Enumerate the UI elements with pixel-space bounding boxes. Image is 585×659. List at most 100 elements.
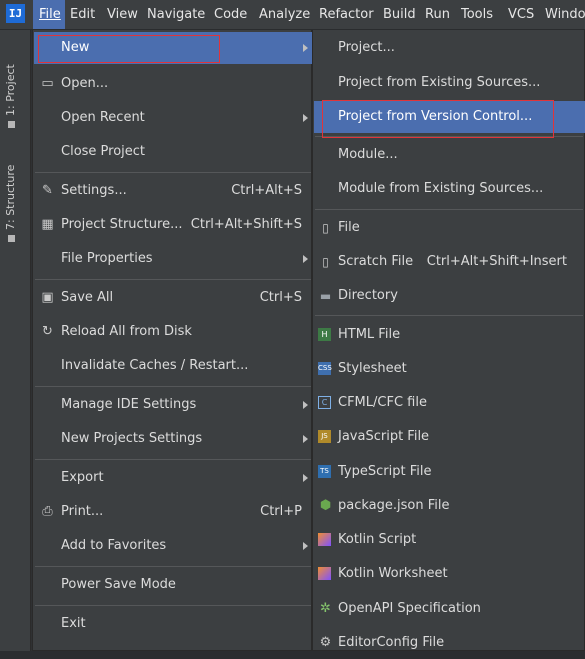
menu-item-manage-ide-settings[interactable]: Manage IDE Settings [34,389,312,421]
menu-item-new-projects-settings[interactable]: New Projects Settings [34,423,312,455]
directory-icon: ▬ [319,289,332,303]
menu-item-power-save-mode[interactable]: Power Save Mode [34,569,312,601]
openapi-icon: ✲ [320,601,331,616]
new-item-kotlin-worksheet[interactable]: Kotlin Worksheet [314,558,585,590]
submenu-arrow-icon [303,401,308,409]
new-item-kotlin-script[interactable]: Kotlin Script [314,524,585,556]
new-item-directory[interactable]: ▬ Directory [314,280,585,312]
new-item-openapi-label: OpenAPI Specification [338,601,481,616]
menu-item-close-project-label: Close Project [61,144,146,159]
new-item-module[interactable]: Module... [314,139,585,171]
menu-item-export-label: Export [61,470,104,485]
menu-item-settings-shortcut: Ctrl+Alt+S [231,183,302,198]
menu-item-save-all[interactable]: ▣ Save All Ctrl+S [34,282,312,314]
menu-item-print-label: Print... [61,504,104,519]
new-item-cfml-file[interactable]: C CFML/CFC file [314,387,585,419]
menu-item-open-label: Open... [61,76,109,91]
menu-item-exit[interactable]: Exit [34,608,312,640]
new-item-scratch-file-label: Scratch File [338,254,414,269]
menu-separator [315,315,583,316]
new-item-scratch-file[interactable]: ▯ Scratch File Ctrl+Alt+Shift+Insert [314,246,585,278]
folder-open-icon: ▭ [41,76,54,91]
html-file-icon: H [318,328,331,341]
new-item-file-label: File [338,220,360,235]
new-item-typescript-file[interactable]: TS TypeScript File [314,456,585,488]
submenu-arrow-icon [303,114,308,122]
menu-item-project-structure[interactable]: ▦ Project Structure... Ctrl+Alt+Shift+S [34,209,312,241]
menu-item-close-project[interactable]: Close Project [34,136,312,168]
new-item-openapi[interactable]: ✲ OpenAPI Specification [314,593,585,625]
menu-file-label: File [39,7,61,22]
submenu-arrow-icon [303,542,308,550]
menu-item-file-properties[interactable]: File Properties [34,243,312,275]
new-item-html-file[interactable]: H HTML File [314,319,585,351]
menu-item-invalidate-caches[interactable]: Invalidate Caches / Restart... [34,350,312,382]
menu-navigate[interactable]: Navigate [147,0,205,29]
menu-item-file-properties-label: File Properties [61,251,153,266]
menu-tools[interactable]: Tools [461,0,493,29]
submenu-arrow-icon [303,474,308,482]
new-item-module-existing-sources[interactable]: Module from Existing Sources... [314,173,585,205]
project-tool-tab[interactable]: 1: Project [4,64,17,128]
menu-item-add-to-favorites[interactable]: Add to Favorites [34,530,312,562]
menu-item-power-save-mode-label: Power Save Mode [61,577,176,592]
package-json-icon: ⬢ [319,498,332,513]
menu-item-reload-all[interactable]: ↻ Reload All from Disk [34,316,312,348]
menu-file[interactable]: File [33,0,65,29]
menu-item-invalidate-caches-label: Invalidate Caches / Restart... [61,358,249,373]
menu-item-print[interactable]: ⎙ Print... Ctrl+P [34,496,312,528]
print-icon: ⎙ [42,504,53,519]
menu-item-export[interactable]: Export [34,462,312,494]
new-item-editorconfig[interactable]: ⚙ EditorConfig File [314,627,585,659]
new-item-project[interactable]: Project... [314,32,585,64]
menu-item-project-structure-label: Project Structure... [61,217,183,232]
menu-edit[interactable]: Edit [70,0,95,29]
menu-separator [35,279,311,280]
menu-item-save-all-shortcut: Ctrl+S [259,290,302,305]
menu-item-project-structure-shortcut: Ctrl+Alt+Shift+S [190,217,302,232]
new-item-html-file-label: HTML File [338,327,401,342]
menu-item-open-recent-label: Open Recent [61,110,145,125]
menu-run[interactable]: Run [425,0,450,29]
project-tab-label: 1: Project [4,64,17,116]
menu-item-new-projects-settings-label: New Projects Settings [61,431,203,446]
submenu-arrow-icon [303,435,308,443]
menu-item-open-recent[interactable]: Open Recent [34,102,312,134]
menu-window[interactable]: Windo [545,0,585,29]
new-item-cfml-file-label: CFML/CFC file [338,395,427,410]
new-item-javascript-file-label: JavaScript File [338,429,430,444]
menu-vcs[interactable]: VCS [508,0,534,29]
menu-item-settings-label: Settings... [61,183,127,198]
new-item-module-existing-sources-label: Module from Existing Sources... [338,181,544,196]
new-item-javascript-file[interactable]: JS JavaScript File [314,421,585,453]
structure-tool-tab[interactable]: 7: Structure [4,165,17,242]
new-item-stylesheet[interactable]: CSS Stylesheet [314,353,585,385]
javascript-file-icon: JS [318,430,331,443]
new-item-file[interactable]: ▯ File [314,212,585,244]
menu-item-settings[interactable]: ✎ Settings... Ctrl+Alt+S [34,175,312,207]
new-item-typescript-file-label: TypeScript File [338,464,432,479]
menu-refactor[interactable]: Refactor [319,0,374,29]
menu-analyze[interactable]: Analyze [259,0,310,29]
menu-separator [35,459,311,460]
project-tab-icon [7,121,15,128]
new-item-project-existing-sources[interactable]: Project from Existing Sources... [314,67,585,99]
menu-view[interactable]: View [107,0,138,29]
new-item-kotlin-worksheet-label: Kotlin Worksheet [338,566,448,581]
stylesheet-icon: CSS [318,362,332,375]
save-icon: ▣ [41,290,54,305]
new-item-directory-label: Directory [338,288,398,303]
kotlin-worksheet-icon [318,567,331,580]
menu-item-save-all-label: Save All [61,290,114,305]
new-item-package-json[interactable]: ⬢ package.json File [314,490,585,522]
kotlin-script-icon [318,533,331,546]
file-menu: New ▭ Open... Open Recent Close Project … [32,30,312,651]
menu-separator [35,172,311,173]
menu-code[interactable]: Code [214,0,247,29]
menu-item-open[interactable]: ▭ Open... [34,68,312,100]
menu-separator [35,386,311,387]
intellij-logo-icon[interactable]: IJ [6,4,25,23]
menu-build[interactable]: Build [383,0,416,29]
cfml-file-icon: C [318,396,331,409]
menu-separator [315,209,583,210]
